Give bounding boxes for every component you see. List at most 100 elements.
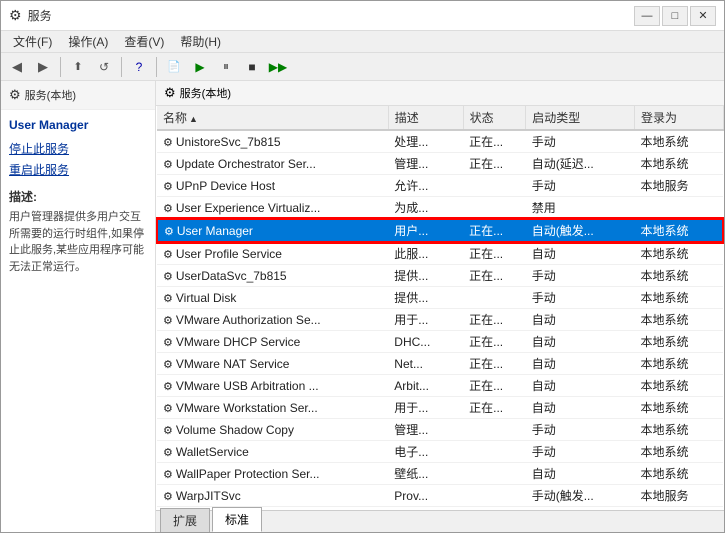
up-button[interactable]: ⬆: [66, 56, 90, 78]
help-button[interactable]: ?: [127, 56, 151, 78]
sidebar-desc-text: 用户管理器提供多用户交互所需要的运行时组件,如果停止此服务,某些应用程序可能无法…: [9, 209, 147, 275]
cell-4: 本地系统: [635, 441, 723, 463]
toolbar: ◀ ▶ ⬆ ↺ ? 📄 ▶ ⏸ ■ ▶▶: [1, 53, 724, 81]
maximize-button[interactable]: □: [662, 6, 688, 26]
cell-4: 本地系统: [635, 265, 723, 287]
cell-4: 本地系统: [635, 375, 723, 397]
col-logon[interactable]: 登录为: [635, 106, 723, 130]
cell-3: 自动: [526, 309, 635, 331]
table-row[interactable]: ⚙VMware Authorization Se...用于...正在...自动本…: [157, 309, 723, 331]
cell-4: 本地系统: [635, 419, 723, 441]
menu-file[interactable]: 文件(F): [5, 31, 60, 52]
cell-0: ⚙VMware DHCP Service: [157, 331, 388, 353]
service-icon: ⚙: [163, 425, 173, 437]
table-row[interactable]: ⚙WalletService电子...手动本地系统: [157, 441, 723, 463]
col-desc[interactable]: 描述: [388, 106, 463, 130]
separator-3: [156, 57, 157, 77]
separator-2: [121, 57, 122, 77]
close-button[interactable]: ✕: [690, 6, 716, 26]
restart-service-link[interactable]: 重启此服务: [9, 161, 147, 178]
cell-3: 手动: [526, 441, 635, 463]
service-icon: ⚙: [163, 181, 173, 193]
title-bar: ⚙ 服务 — □ ✕: [1, 1, 724, 31]
cell-0: ⚙VMware Workstation Ser...: [157, 397, 388, 419]
cell-0: ⚙VMware USB Arbitration ...: [157, 375, 388, 397]
tab-standard[interactable]: 标准: [212, 507, 262, 532]
app-icon: ⚙: [9, 7, 22, 24]
col-name[interactable]: 名称▲: [157, 106, 388, 130]
table-row[interactable]: ⚙VMware NAT ServiceNet...正在...自动本地系统: [157, 353, 723, 375]
tab-expand[interactable]: 扩展: [160, 508, 210, 532]
col-status[interactable]: 状态: [463, 106, 526, 130]
table-row[interactable]: ⚙VMware DHCP ServiceDHC...正在...自动本地系统: [157, 331, 723, 353]
cell-2: [463, 175, 526, 197]
menu-view[interactable]: 查看(V): [116, 31, 172, 52]
back-button[interactable]: ◀: [5, 56, 29, 78]
cell-0: ⚙VMware Authorization Se...: [157, 309, 388, 331]
service-icon: ⚙: [163, 293, 173, 305]
services-table-container[interactable]: 名称▲ 描述 状态 启动类型 登录为 ⚙UnistoreSvc_7b815处理.…: [156, 106, 724, 510]
table-row[interactable]: ⚙Update Orchestrator Ser...管理...正在...自动(…: [157, 153, 723, 175]
service-icon: ⚙: [163, 403, 173, 415]
cell-3: 自动(触发...: [526, 219, 635, 242]
menu-help[interactable]: 帮助(H): [172, 31, 229, 52]
restart-button[interactable]: ▶▶: [266, 56, 290, 78]
cell-2: 正在...: [463, 353, 526, 375]
minimize-button[interactable]: —: [634, 6, 660, 26]
cell-3: 手动: [526, 175, 635, 197]
table-row[interactable]: ⚙WallPaper Protection Ser...壁纸...自动本地系统: [157, 463, 723, 485]
cell-4: 本地系统: [635, 219, 723, 242]
table-row[interactable]: ⚙UserDataSvc_7b815提供...正在...手动本地系统: [157, 265, 723, 287]
service-icon: ⚙: [164, 226, 174, 238]
service-name: User Profile Service: [176, 247, 282, 261]
cell-2: 正在...: [463, 397, 526, 419]
stop-service-link[interactable]: 停止此服务: [9, 140, 147, 157]
table-row[interactable]: ⚙User Experience Virtualiz...为成...禁用: [157, 197, 723, 220]
forward-button[interactable]: ▶: [31, 56, 55, 78]
table-row[interactable]: ⚙VMware USB Arbitration ...Arbit...正在...…: [157, 375, 723, 397]
pause-button[interactable]: ⏸: [214, 56, 238, 78]
table-row[interactable]: ⚙Volume Shadow Copy管理...手动本地系统: [157, 419, 723, 441]
service-icon: ⚙: [163, 271, 173, 283]
table-header-row: 名称▲ 描述 状态 启动类型 登录为: [157, 106, 723, 130]
menu-action[interactable]: 操作(A): [60, 31, 116, 52]
export-button[interactable]: 📄: [162, 56, 186, 78]
col-startup[interactable]: 启动类型: [526, 106, 635, 130]
stop-button[interactable]: ■: [240, 56, 264, 78]
cell-0: ⚙Volume Shadow Copy: [157, 419, 388, 441]
table-row[interactable]: ⚙WarpJITSvcProv...手动(触发...本地服务: [157, 485, 723, 507]
main-panel: ⚙ 服务(本地) 名称▲ 描述 状态 启动类型 登录为 ⚙U: [156, 81, 724, 532]
cell-1: 提供...: [388, 265, 463, 287]
service-name: WalletService: [176, 445, 249, 459]
table-row[interactable]: ⚙User Profile Service此服...正在...自动本地系统: [157, 242, 723, 265]
service-name: VMware Authorization Se...: [176, 313, 321, 327]
window-title: 服务: [28, 7, 52, 24]
sidebar: ⚙ 服务(本地) User Manager 停止此服务 重启此服务 描述: 用户…: [1, 81, 156, 532]
cell-2: 正在...: [463, 242, 526, 265]
service-icon: ⚙: [163, 381, 173, 393]
cell-2: 正在...: [463, 265, 526, 287]
table-row[interactable]: ⚙VMware Workstation Ser...用于...正在...自动本地…: [157, 397, 723, 419]
service-icon: ⚙: [163, 447, 173, 459]
refresh-button[interactable]: ↺: [92, 56, 116, 78]
service-name: VMware NAT Service: [176, 357, 290, 371]
service-name: WallPaper Protection Ser...: [176, 467, 320, 481]
service-name: Update Orchestrator Ser...: [176, 157, 316, 171]
table-row[interactable]: ⚙Virtual Disk提供...手动本地系统: [157, 287, 723, 309]
cell-3: 手动: [526, 265, 635, 287]
table-row[interactable]: ⚙UnistoreSvc_7b815处理...正在...手动本地系统: [157, 130, 723, 153]
cell-1: 用户...: [388, 219, 463, 242]
play-button[interactable]: ▶: [188, 56, 212, 78]
cell-3: 自动(延迟...: [526, 153, 635, 175]
cell-1: 用于...: [388, 309, 463, 331]
cell-1: 壁纸...: [388, 463, 463, 485]
table-row[interactable]: ⚙UPnP Device Host允许...手动本地服务: [157, 175, 723, 197]
sidebar-body: User Manager 停止此服务 重启此服务 描述: 用户管理器提供多用户交…: [1, 110, 155, 532]
cell-3: 手动(触发...: [526, 485, 635, 507]
service-icon: ⚙: [163, 137, 173, 149]
cell-4: 本地系统: [635, 153, 723, 175]
sidebar-header-label: 服务(本地): [25, 87, 76, 103]
cell-2: 正在...: [463, 153, 526, 175]
main-header: ⚙ 服务(本地): [156, 81, 724, 106]
table-row[interactable]: ⚙User Manager用户...正在...自动(触发...本地系统: [157, 219, 723, 242]
